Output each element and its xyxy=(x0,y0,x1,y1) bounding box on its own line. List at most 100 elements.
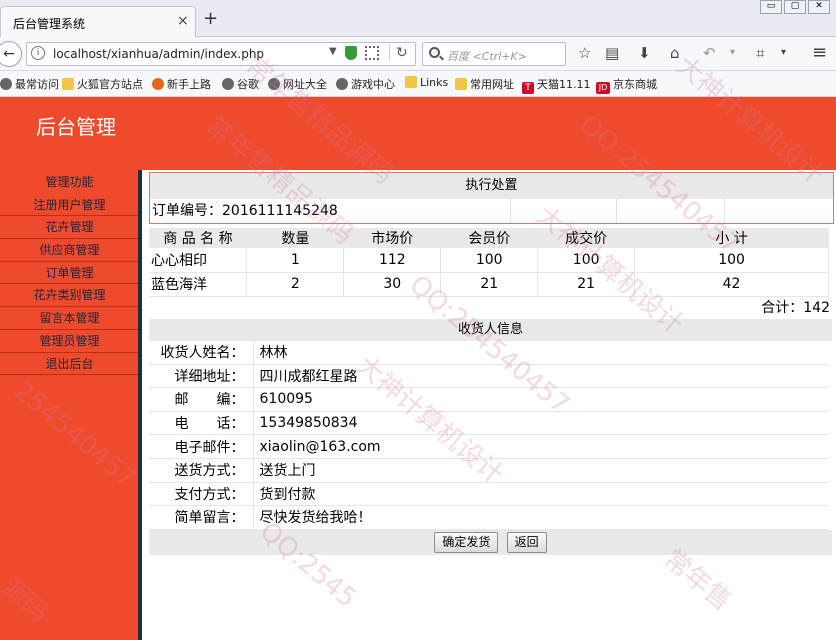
table-row: 邮 编： 610095 xyxy=(149,387,829,412)
item-name: 蓝色海洋 xyxy=(149,272,248,297)
item-subtotal: 100 xyxy=(634,248,829,273)
sidebar-item-user-management[interactable]: 注册用户管理 xyxy=(0,194,139,217)
browser-tab[interactable]: 后台管理系统 × xyxy=(0,6,196,37)
item-deal-price: 21 xyxy=(537,272,636,297)
new-tab-icon[interactable]: + xyxy=(203,10,218,28)
col-name: 商 品 名 称 xyxy=(149,228,247,248)
table-row: 送货方式： 送货上门 xyxy=(149,458,829,483)
address: 四川成都红星路 xyxy=(253,364,829,389)
cell-divider xyxy=(724,199,725,223)
download-icon[interactable]: ⬇ xyxy=(638,44,651,62)
globe-icon xyxy=(268,78,280,90)
search-placeholder[interactable]: 百度 <Ctrl+K> xyxy=(447,48,527,64)
cell-divider xyxy=(510,199,511,223)
order-items-table: 商 品 名 称 数量 市场价 会员价 成交价 小 计 心心相印 1 112 10… xyxy=(149,228,829,297)
folder-icon xyxy=(62,78,74,90)
url-text[interactable]: localhost/xianhua/admin/index.php xyxy=(53,47,264,61)
table-row: 支付方式： 货到付款 xyxy=(149,482,829,507)
confirm-ship-button[interactable]: 确定发货 xyxy=(434,531,499,553)
bookmark-jd[interactable]: JD 京东商城 xyxy=(596,76,657,94)
home-icon[interactable]: ⌂ xyxy=(670,44,680,62)
undo-icon[interactable]: ↶ xyxy=(703,44,716,62)
address-label: 详细地址： xyxy=(149,364,254,389)
sidebar-item-flower-management[interactable]: 花卉管理 xyxy=(0,216,139,240)
table-row: 收货人姓名： 林林 xyxy=(149,340,829,365)
delivery-method: 送货上门 xyxy=(253,458,829,483)
screenshot-icon[interactable]: ⌗ xyxy=(756,44,764,62)
delivery-method-label: 送货方式： xyxy=(149,458,254,483)
postcode: 610095 xyxy=(253,387,829,412)
bookmark-google[interactable]: 谷歌 xyxy=(222,76,259,92)
browser-tab-bar: 后台管理系统 × + ▭ ▢ ✕ xyxy=(0,0,836,37)
sidebar-heading: 管理功能 xyxy=(45,175,94,189)
order-total: 合计：142 xyxy=(761,299,830,316)
info-icon[interactable]: i xyxy=(31,46,45,60)
bookmark-getting-started[interactable]: 新手上路 xyxy=(152,76,211,92)
payment-method: 货到付款 xyxy=(253,482,829,507)
table-row: 心心相印 1 112 100 100 100 xyxy=(149,248,829,273)
bookmark-most-visited[interactable]: 最常访问 xyxy=(0,76,59,92)
jd-icon: JD xyxy=(596,82,610,94)
sidebar-item-category-management[interactable]: 花卉类别管理 xyxy=(0,284,139,308)
item-market-price: 112 xyxy=(343,248,442,273)
item-qty: 2 xyxy=(246,272,345,297)
table-row: 蓝色海洋 2 30 21 21 42 xyxy=(149,272,829,297)
email: xiaolin@163.com xyxy=(253,434,829,459)
globe-icon xyxy=(0,78,12,90)
item-member-price: 100 xyxy=(440,248,539,273)
menu-icon[interactable]: ≡ xyxy=(812,44,827,62)
col-market-price: 市场价 xyxy=(343,228,441,248)
admin-sidebar: 管理功能 注册用户管理 花卉管理 供应商管理 订单管理 花卉类别管理 留言本管理… xyxy=(0,170,139,640)
search-bar[interactable]: 百度 <Ctrl+K> xyxy=(422,42,566,66)
url-bar[interactable]: i localhost/xianhua/admin/index.php ▼ ↻ xyxy=(26,42,416,66)
item-deal-price: 100 xyxy=(537,248,636,273)
sidebar-item-logout[interactable]: 退出后台 xyxy=(0,353,139,376)
sidebar-item-guestbook-management[interactable]: 留言本管理 xyxy=(0,307,139,330)
postcode-label: 邮 编： xyxy=(149,387,254,412)
reading-list-icon[interactable]: ▤ xyxy=(605,44,619,62)
bookmark-links[interactable]: Links xyxy=(405,76,448,89)
email-label: 电子邮件： xyxy=(149,434,254,459)
shield-icon[interactable] xyxy=(345,46,357,60)
qr-code-icon[interactable] xyxy=(365,46,379,60)
receiver-name-label: 收货人姓名： xyxy=(149,340,254,365)
bookmark-firefox-site[interactable]: 火狐官方站点 xyxy=(62,76,143,92)
sidebar-item-admin-management[interactable]: 管理员管理 xyxy=(0,330,139,353)
sidebar-item-supplier-management[interactable]: 供应商管理 xyxy=(0,239,139,262)
cell-divider xyxy=(616,199,617,223)
order-detail-panel: 执行处置 订单编号：2016111145248 商 品 名 称 数量 市场价 会… xyxy=(149,172,834,555)
screenshot-dropdown-icon[interactable]: ▾ xyxy=(781,44,786,62)
url-dropdown-icon[interactable]: ▼ xyxy=(329,46,337,57)
table-row: 电子邮件： xiaolin@163.com xyxy=(149,434,829,459)
firefox-icon xyxy=(152,78,164,90)
undo-dropdown-icon[interactable]: ▾ xyxy=(730,44,735,62)
folder-icon xyxy=(455,78,467,90)
folder-icon xyxy=(405,76,417,88)
minimize-icon[interactable]: ▭ xyxy=(760,0,782,14)
globe-icon xyxy=(336,78,348,90)
bookmark-star-icon[interactable]: ☆ xyxy=(578,44,591,62)
item-market-price: 30 xyxy=(343,272,442,297)
maximize-icon[interactable]: ▢ xyxy=(784,0,806,14)
reload-icon[interactable]: ↻ xyxy=(389,45,408,61)
tab-close-icon[interactable]: × xyxy=(177,13,189,29)
sidebar-divider xyxy=(138,170,142,640)
bookmark-game-center[interactable]: 游戏中心 xyxy=(336,76,395,92)
table-row: 电 话： 15349850834 xyxy=(149,411,829,436)
phone: 15349850834 xyxy=(253,411,829,436)
bookmark-url-directory[interactable]: 网址大全 xyxy=(268,76,327,92)
window-controls: ▭ ▢ ✕ xyxy=(758,0,830,14)
back-button[interactable]: 返回 xyxy=(506,531,547,553)
payment-method-label: 支付方式： xyxy=(149,482,254,507)
receiver-name: 林林 xyxy=(253,340,829,365)
search-icon xyxy=(429,47,440,58)
receiver-info-table: 收货人姓名： 林林 详细地址： 四川成都红星路 邮 编： 610095 电 话： 153… xyxy=(149,340,829,530)
message-label: 简单留言： xyxy=(149,505,254,530)
bookmark-common-urls[interactable]: 常用网址 xyxy=(455,76,514,92)
sidebar-item-order-management[interactable]: 订单管理 xyxy=(0,262,139,285)
back-arrow-icon[interactable]: ← xyxy=(0,41,22,67)
close-window-icon[interactable]: ✕ xyxy=(808,0,830,14)
globe-icon xyxy=(222,78,234,90)
order-number-label: 订单编号： xyxy=(152,203,222,219)
bookmark-tmall[interactable]: T 天猫11.11 xyxy=(522,76,591,94)
